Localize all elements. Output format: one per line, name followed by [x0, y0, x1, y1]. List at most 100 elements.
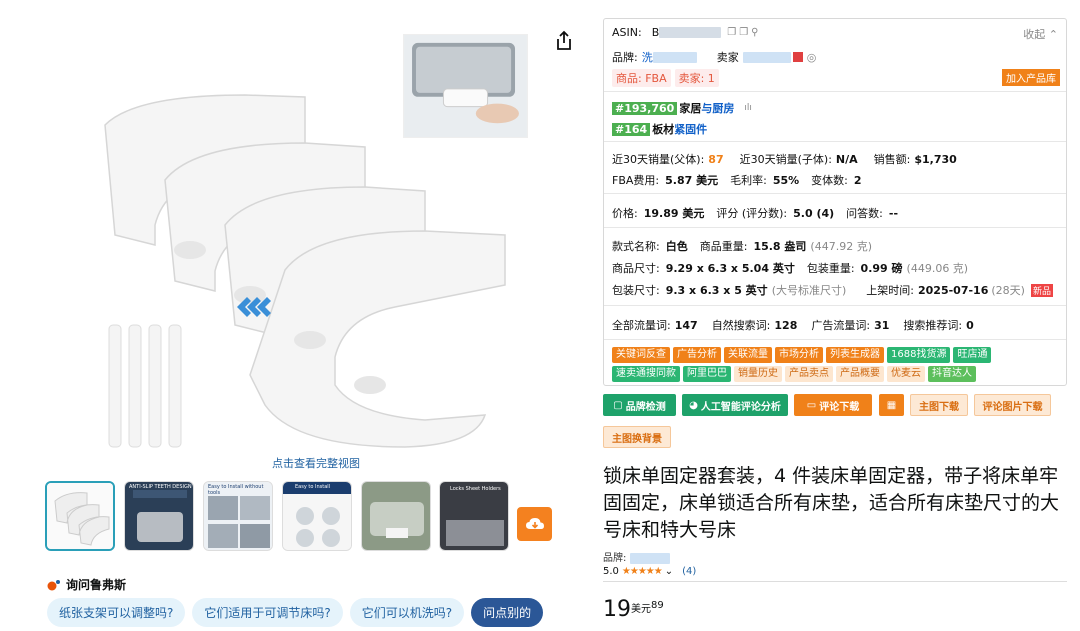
- download-images-button[interactable]: [517, 507, 552, 541]
- sales-parent-label: 近30天销量(父体):: [612, 153, 705, 166]
- qa-label: 问答数:: [846, 207, 883, 220]
- cloud-download-icon: [525, 518, 544, 529]
- pkg-weight-value: 0.99 磅: [860, 262, 903, 275]
- kw-rec-value[interactable]: 0: [966, 319, 974, 332]
- product-price: 19 美元 89: [603, 597, 664, 622]
- fba-tag: 商品: FBA: [612, 69, 671, 87]
- thumbnail-3[interactable]: Easy to Install without tools: [203, 481, 273, 551]
- divider: [603, 581, 1067, 582]
- brand-value[interactable]: 洗: [642, 49, 653, 65]
- product-gallery: 点击查看完整视图 ANTI-SLIP TEETH DESIGN Easy to …: [0, 0, 590, 631]
- tool-product-summary[interactable]: 产品概要: [836, 366, 884, 382]
- rank-row-2: #164 板材 紧固件: [612, 121, 707, 137]
- product-brand-redacted[interactable]: [629, 552, 670, 564]
- seller-count-tag: 卖家: 1: [674, 69, 719, 87]
- price-value: 19.89 美元: [643, 207, 705, 220]
- thumbnail-2[interactable]: ANTI-SLIP TEETH DESIGN: [124, 481, 194, 551]
- comment-icon: ▭: [806, 399, 817, 411]
- rufus-icon: [47, 579, 60, 590]
- listed-value: 2025-07-16: [918, 283, 989, 297]
- sales-row: 近30天销量(父体): 87 近30天销量(子体): N/A 销售额: $1,7…: [612, 151, 957, 167]
- pkg-size-value: 9.3 x 6.3 x 5 英寸: [665, 284, 768, 297]
- full-view-link[interactable]: 点击查看完整视图: [246, 455, 386, 471]
- question-chip[interactable]: 它们可以机洗吗?: [349, 598, 465, 627]
- tool-wangdiantong[interactable]: 旺店通: [953, 347, 992, 363]
- pkg-size-row: 包装尺寸: 9.3 x 6.3 x 5 英寸 (大号标准尺寸) 上架时间: 20…: [612, 282, 1053, 298]
- review-image-download-button[interactable]: 评论图片下载: [974, 394, 1051, 416]
- tool-selling-points[interactable]: 产品卖点: [785, 366, 833, 382]
- sales-child-label: 近30天销量(子体):: [739, 153, 832, 166]
- main-product-image[interactable]: [95, 85, 535, 455]
- rating-label: 评分 (评分数):: [716, 207, 788, 220]
- tool-aliexpress-search[interactable]: 速卖通搜同款: [612, 366, 680, 382]
- collapse-button[interactable]: 收起 ⌃: [1023, 26, 1058, 42]
- tool-youmaiyun[interactable]: 优麦云: [887, 366, 925, 382]
- location-icon[interactable]: ⚲: [751, 27, 758, 38]
- tool-related-traffic[interactable]: 关联流量: [724, 347, 772, 363]
- question-chip[interactable]: 它们适用于可调节床吗?: [192, 598, 343, 627]
- brand-seller-row: 品牌: 洗 卖家 ◎: [612, 49, 816, 65]
- rank-category-link[interactable]: 紧固件: [674, 121, 707, 137]
- thumbnail-1[interactable]: [45, 481, 115, 551]
- pkg-weight-label: 包装重量:: [806, 262, 855, 275]
- pkg-size-note: (大号标准尺寸): [771, 284, 847, 297]
- asin-label: ASIN:: [612, 26, 642, 39]
- tool-listing-generator[interactable]: 列表生成器: [826, 347, 884, 363]
- tags-row: 商品: FBA 卖家: 1: [612, 69, 723, 87]
- fee-row: FBA费用: 5.87 美元 毛利率: 55% 变体数: 2: [612, 172, 862, 188]
- weight-value: 15.8 盎司: [753, 240, 807, 253]
- question-chip[interactable]: 纸张支架可以调整吗?: [47, 598, 186, 627]
- kw-organic-value[interactable]: 128: [774, 319, 797, 332]
- tool-keyword-reverse[interactable]: 关键词反查: [612, 347, 670, 363]
- replace-background-button[interactable]: 主图换背景: [603, 426, 671, 448]
- share-icon[interactable]: [554, 30, 574, 52]
- kw-all-value[interactable]: 147: [675, 319, 698, 332]
- kw-rec-label: 搜索推荐词:: [903, 319, 963, 332]
- thumbnail-3-caption: Easy to Install without tools: [208, 484, 264, 496]
- product-rating[interactable]: 5.0 ★★★★★ ⌄ (4): [603, 566, 696, 577]
- ai-review-button[interactable]: ◕ 人工智能评论分析: [682, 394, 788, 416]
- copy-icon[interactable]: ❐: [727, 27, 736, 38]
- ask-rufus: 询问鲁弗斯: [47, 576, 126, 593]
- tool-1688-sourcing[interactable]: 1688找货源: [887, 347, 951, 363]
- fba-fee-label: FBA费用:: [612, 174, 660, 187]
- price-cents: 89: [651, 600, 664, 611]
- seller-location-icon[interactable]: ◎: [807, 51, 817, 64]
- bar-chart-icon[interactable]: ılı: [744, 103, 752, 113]
- new-badge: 新品: [1030, 283, 1053, 297]
- rank-category-link[interactable]: 与厨房: [701, 100, 734, 116]
- size-row: 商品尺寸: 9.29 x 6.3 x 5.04 英寸 包装重量: 0.99 磅 …: [612, 260, 968, 276]
- rank-row-1: #193,760 家居 与厨房 ılı: [612, 100, 752, 116]
- tool-market-analysis[interactable]: 市场分析: [775, 347, 823, 363]
- thumbnail-6[interactable]: Locks Sheet Holders: [439, 481, 509, 551]
- tool-alibaba[interactable]: 阿里巴巴: [683, 366, 731, 382]
- seller-flag: [792, 52, 803, 62]
- thumbnail-4[interactable]: Easy to Install: [282, 481, 352, 551]
- add-to-library-button[interactable]: 加入产品库: [1002, 69, 1060, 86]
- weight-label: 商品重量:: [699, 240, 748, 253]
- listed-label: 上架时间:: [866, 284, 914, 297]
- ask-other-button[interactable]: 问点别的: [471, 598, 544, 627]
- asin-value: B: [651, 26, 660, 39]
- rank-badge: #164: [612, 122, 651, 136]
- tool-douyin-influencer[interactable]: 抖音达人: [928, 366, 976, 382]
- thumbnail-4-caption: Easy to Install: [295, 484, 331, 490]
- revenue-label: 销售额:: [873, 153, 911, 166]
- copy-icon[interactable]: ❐: [739, 27, 748, 38]
- qa-value: --: [888, 206, 899, 220]
- brand-label: 品牌:: [612, 51, 638, 64]
- tool-sales-history[interactable]: 销量历史: [734, 366, 782, 382]
- review-download-button[interactable]: ▭ 评论下载: [794, 394, 872, 416]
- thumbnail-5[interactable]: [361, 481, 431, 551]
- size-value: 9.29 x 6.3 x 5.04 英寸: [665, 262, 795, 275]
- rating-count[interactable]: (4): [682, 566, 696, 577]
- tools-row-2: 速卖通搜同款 阿里巴巴 销量历史 产品卖点 产品概要 优麦云 抖音达人: [612, 366, 979, 382]
- tool-ad-analysis[interactable]: 广告分析: [673, 347, 721, 363]
- main-image-download-button[interactable]: 主图下载: [910, 394, 968, 416]
- calculator-icon: ▦: [886, 399, 897, 411]
- calculator-button[interactable]: ▦: [879, 394, 904, 416]
- fba-fee-value: 5.87 美元: [665, 174, 719, 187]
- kw-ad-value[interactable]: 31: [874, 319, 889, 332]
- brand-check-button[interactable]: ▢ 品牌检测: [603, 394, 676, 416]
- rating-value: 5.0 (4): [793, 206, 835, 220]
